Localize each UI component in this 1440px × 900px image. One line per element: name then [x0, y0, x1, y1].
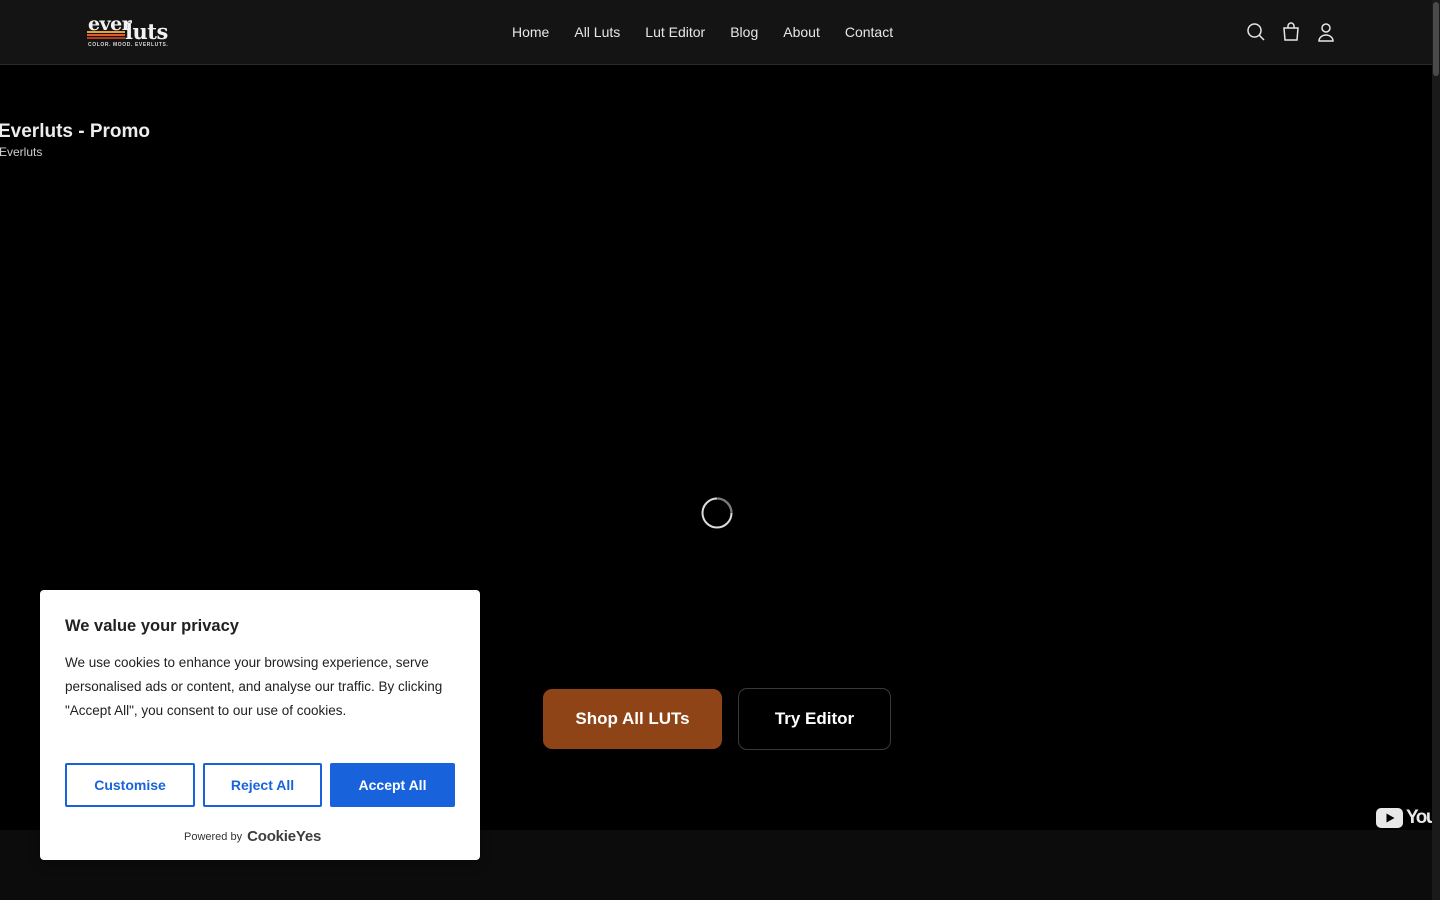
logo-tagline: COLOR. MOOD. EVERLUTS.: [88, 42, 169, 48]
site-header: ever luts COLOR. MOOD. EVERLUTS. Home Al…: [0, 0, 1432, 65]
logo-stripes: [87, 31, 125, 41]
cookie-consent-banner: We value your privacy We use cookies to …: [40, 590, 480, 860]
logo-stripe: [87, 37, 125, 39]
nav-about[interactable]: About: [783, 22, 820, 42]
nav-contact[interactable]: Contact: [845, 22, 893, 42]
cookie-body: We use cookies to enhance your browsing …: [65, 655, 443, 718]
loading-spinner-icon: [701, 497, 733, 529]
reject-all-button[interactable]: Reject All: [203, 763, 322, 807]
nav-blog[interactable]: Blog: [730, 22, 758, 42]
scrollbar-thumb[interactable]: [1433, 2, 1439, 76]
youtube-play-icon: [1376, 808, 1403, 828]
customise-button[interactable]: Customise: [65, 763, 195, 807]
cookie-title: We value your privacy: [65, 617, 239, 635]
cart-icon[interactable]: [1281, 21, 1301, 43]
powered-by-cookieyes[interactable]: Powered by CookieYes: [184, 828, 321, 845]
youtube-logo[interactable]: YouTube: [1376, 807, 1434, 829]
logo-stripe: [87, 31, 125, 33]
main-nav: Home All Luts Lut Editor Blog About Cont…: [512, 22, 918, 42]
search-icon[interactable]: [1246, 21, 1266, 43]
everluts-logo[interactable]: ever luts COLOR. MOOD. EVERLUTS.: [87, 13, 173, 50]
video-channel[interactable]: Everluts: [0, 145, 42, 159]
shop-all-luts-button[interactable]: Shop All LUTs: [543, 689, 722, 749]
nav-all-luts[interactable]: All Luts: [574, 22, 620, 42]
page-scrollbar[interactable]: [1432, 0, 1440, 900]
nav-lut-editor[interactable]: Lut Editor: [645, 22, 705, 42]
nav-home[interactable]: Home: [512, 22, 549, 42]
page: ever luts COLOR. MOOD. EVERLUTS. Home Al…: [0, 0, 1440, 900]
header-icons: [1246, 21, 1336, 43]
cookieyes-logo: CookieYes: [247, 828, 322, 845]
logo-stripe: [87, 34, 125, 36]
try-editor-button[interactable]: Try Editor: [738, 688, 891, 750]
video-title[interactable]: Everluts - Promo: [0, 121, 150, 143]
logo-word-luts: luts: [125, 19, 168, 44]
accept-all-button[interactable]: Accept All: [330, 763, 455, 807]
powered-by-label: Powered by: [184, 830, 243, 843]
youtube-wordmark: YouTube: [1406, 807, 1434, 828]
account-icon[interactable]: [1316, 21, 1336, 43]
